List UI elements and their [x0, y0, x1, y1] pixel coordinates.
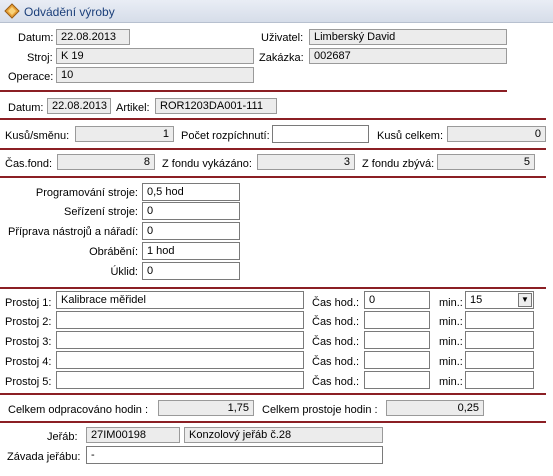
activity-label: Obrábění: — [89, 246, 138, 258]
stroj-label: Stroj: — [27, 52, 53, 64]
jerab-name-field: Konzolový jeřáb č.28 — [184, 427, 383, 443]
separator — [0, 148, 546, 150]
min-4-input[interactable] — [465, 351, 534, 369]
cas-hod-label: Čas hod.: — [312, 356, 360, 368]
z-fondu-vykazano-field: 3 — [257, 154, 355, 170]
min-3-input[interactable] — [465, 331, 534, 349]
prostoj-label: Prostoj 4: — [5, 356, 52, 368]
prostoj-label: Prostoj 5: — [5, 376, 52, 388]
activity-label: Seřízení stroje: — [64, 206, 138, 218]
artikel-label: Artikel: — [116, 102, 150, 114]
cas-hod-5-input[interactable] — [364, 371, 430, 389]
min-5-input[interactable] — [465, 371, 534, 389]
datum2-field: 22.08.2013 — [47, 98, 111, 114]
cas-hod-3-input[interactable] — [364, 331, 430, 349]
min-label: min.: — [439, 376, 463, 388]
priprava-input[interactable]: 0 — [142, 222, 240, 240]
z-fondu-vykazano-label: Z fondu vykázáno: — [162, 158, 252, 170]
programovani-input[interactable]: 0,5 hod — [142, 183, 240, 201]
window-title: Odvádění výroby — [24, 5, 115, 19]
kusu-smenu-field: 1 — [75, 126, 174, 142]
separator — [0, 287, 546, 289]
stroj-field: K 19 — [56, 48, 254, 64]
title-bar: Odvádění výroby — [0, 0, 553, 23]
pocet-rozpichnuti-label: Počet rozpíchnutí: — [181, 130, 270, 142]
separator — [0, 90, 507, 92]
prostoj-5-input[interactable] — [56, 371, 304, 389]
min-label: min.: — [439, 356, 463, 368]
cas-hod-label: Čas hod.: — [312, 316, 360, 328]
cas-hod-label: Čas hod.: — [312, 297, 360, 309]
prostoj-3-input[interactable] — [56, 331, 304, 349]
min-label: min.: — [439, 297, 463, 309]
separator — [0, 176, 546, 178]
min-1-value: 15 — [470, 294, 483, 306]
z-fondu-zbyva-field: 5 — [437, 154, 535, 170]
activity-label: Úklid: — [110, 266, 138, 278]
kusu-smenu-label: Kusů/směnu: — [5, 130, 70, 142]
zakazka-field: 002687 — [309, 48, 507, 64]
cas-hod-label: Čas hod.: — [312, 336, 360, 348]
celkem-odpracovano-label: Celkem odpracováno hodin : — [8, 404, 149, 416]
prostoj-4-input[interactable] — [56, 351, 304, 369]
min-label: min.: — [439, 316, 463, 328]
prostoj-1-input[interactable]: Kalibrace měřidel — [56, 291, 304, 309]
zavada-label: Závada jeřábu: — [7, 451, 81, 463]
cas-fond-field: 8 — [57, 154, 155, 170]
zakazka-label: Zakázka: — [259, 52, 304, 64]
chevron-down-icon[interactable]: ▼ — [518, 293, 532, 307]
min-label: min.: — [439, 336, 463, 348]
uzivatel-label: Uživatel: — [261, 32, 304, 44]
cas-hod-label: Čas hod.: — [312, 376, 360, 388]
cas-fond-label: Čas.fond: — [5, 158, 53, 170]
cas-hod-4-input[interactable] — [364, 351, 430, 369]
z-fondu-zbyva-label: Z fondu zbývá: — [362, 158, 435, 170]
kusu-celkem-label: Kusů celkem: — [377, 130, 444, 142]
separator — [0, 393, 546, 395]
uzivatel-field: Limberský David — [309, 29, 507, 45]
prostoj-2-input[interactable] — [56, 311, 304, 329]
prostoj-label: Prostoj 2: — [5, 316, 52, 328]
artikel-field: ROR1203DA001-111 — [155, 98, 277, 114]
datum-label: Datum: — [18, 32, 54, 44]
serizeni-input[interactable]: 0 — [142, 202, 240, 220]
celkem-prostoje-field: 0,25 — [386, 400, 484, 416]
separator — [0, 118, 546, 120]
celkem-odpracovano-field: 1,75 — [158, 400, 254, 416]
uklid-input[interactable]: 0 — [142, 262, 240, 280]
jerab-code-field: 27IM00198 — [86, 427, 180, 443]
datum2-label: Datum: — [8, 102, 44, 114]
operace-label: Operace: — [8, 71, 54, 83]
separator — [0, 421, 546, 423]
zavada-input[interactable]: - — [86, 446, 383, 464]
activity-label: Příprava nástrojů a nářadí: — [8, 226, 139, 238]
prostoj-label: Prostoj 3: — [5, 336, 52, 348]
datum-field: 22.08.2013 — [56, 29, 130, 45]
min-2-input[interactable] — [465, 311, 534, 329]
diamond-arrows-icon — [4, 3, 20, 19]
kusu-celkem-field: 0 — [447, 126, 546, 142]
jerab-label: Jeřáb: — [47, 431, 78, 443]
activity-label: Programování stroje: — [35, 187, 138, 199]
prostoj-label: Prostoj 1: — [5, 297, 52, 309]
pocet-rozpichnuti-input[interactable] — [272, 125, 369, 143]
celkem-prostoje-label: Celkem prostoje hodin : — [262, 404, 378, 416]
cas-hod-2-input[interactable] — [364, 311, 430, 329]
cas-hod-1-input[interactable]: 0 — [364, 291, 430, 309]
obrabeni-input[interactable]: 1 hod — [142, 242, 240, 260]
min-1-select[interactable]: 15 ▼ — [465, 291, 534, 309]
operace-field: 10 — [56, 67, 254, 83]
